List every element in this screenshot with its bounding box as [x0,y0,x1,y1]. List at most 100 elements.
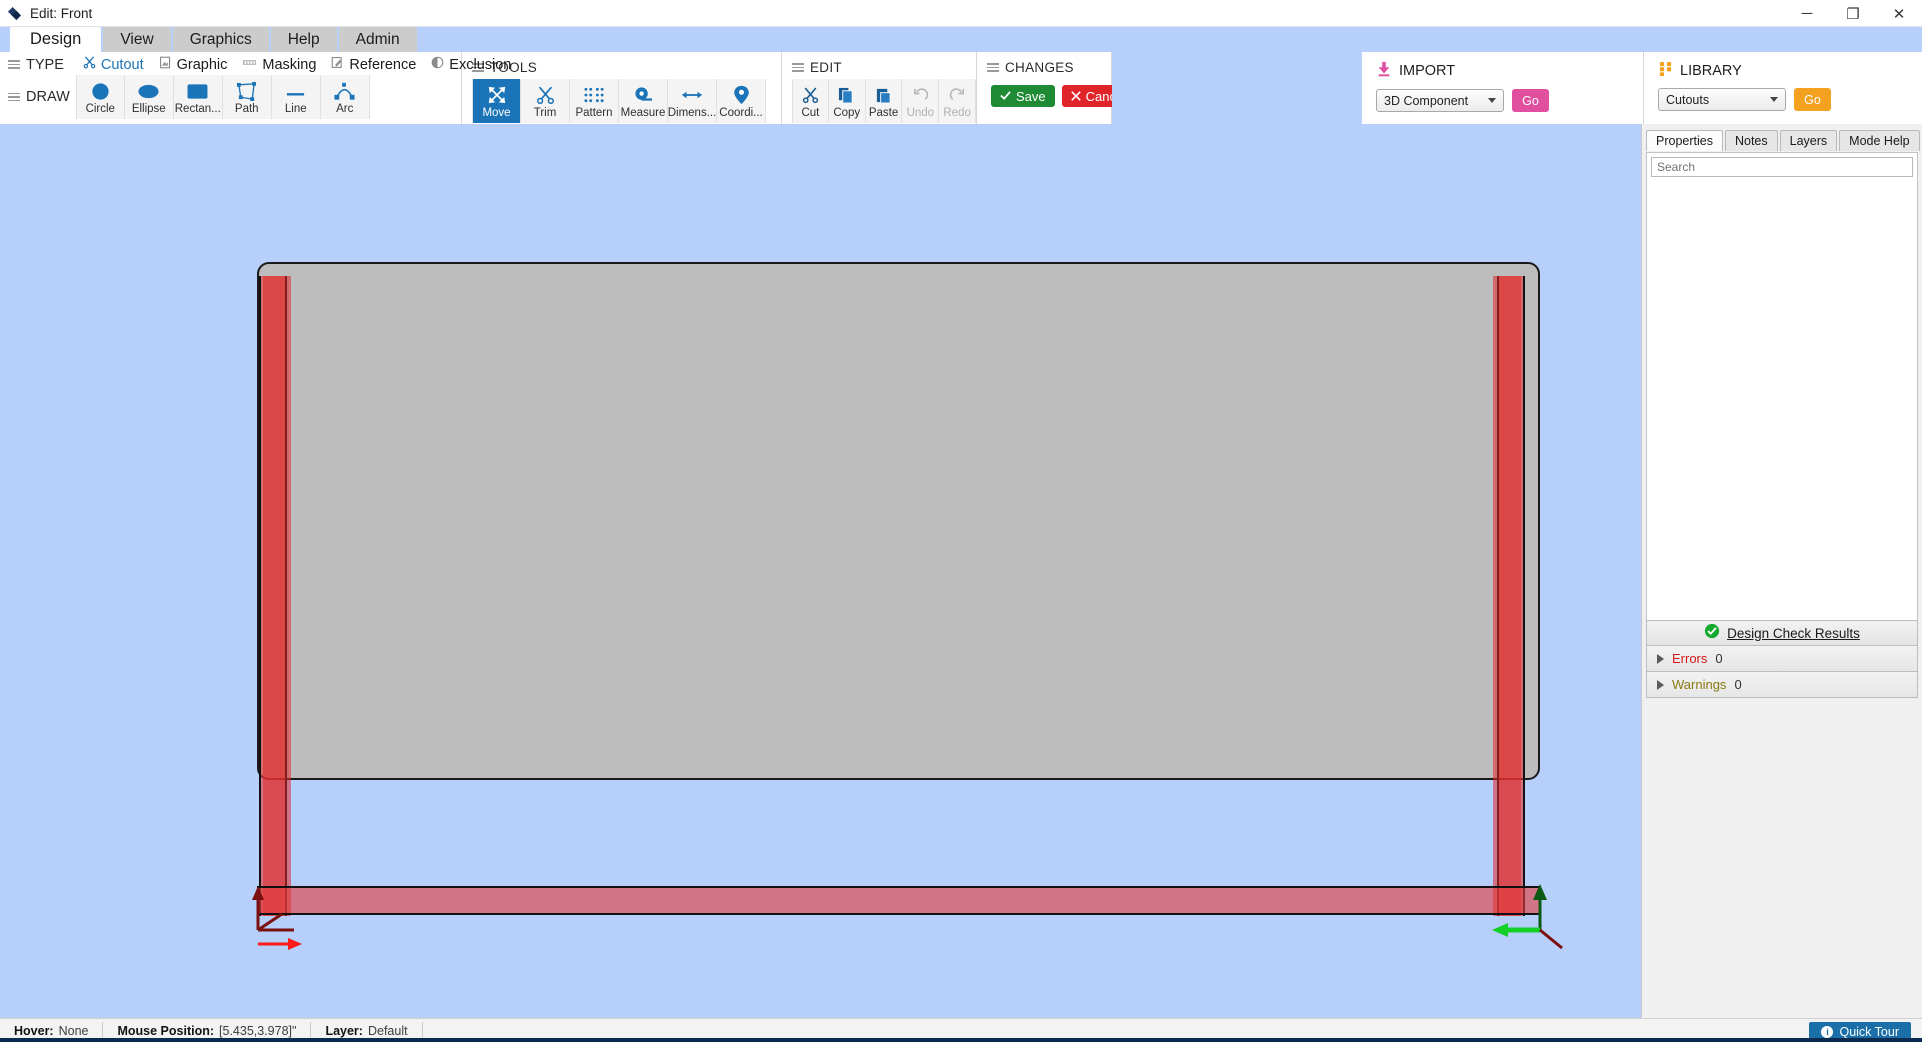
design-check-errors-row[interactable]: Errors 0 [1646,646,1918,672]
save-button[interactable]: Save [991,85,1055,107]
tool-coordinate-label: Coordi... [719,107,763,119]
status-layer: Layer: Default [311,1021,423,1040]
tab-admin[interactable]: Admin [338,27,417,52]
draw-label-text: DRAW [26,89,70,105]
maximize-button[interactable]: ❐ [1830,0,1876,27]
draw-tool-circle-label: Circle [85,103,115,115]
import-select[interactable]: 3D Component [1376,89,1504,112]
scissors-icon [83,56,96,73]
dock-tab-mode-help[interactable]: Mode Help [1839,130,1920,151]
cutout-selection-left[interactable] [263,276,291,916]
info-icon: i [1821,1025,1834,1038]
library-select[interactable]: Cutouts [1658,88,1786,111]
tool-pattern-label: Pattern [575,107,613,119]
draw-tool-path[interactable]: Path [222,75,272,119]
origin-axis-marker [252,886,302,950]
dock-body [1646,152,1918,652]
status-layer-key: Layer: [325,1023,363,1038]
edit-undo-label: Undo [906,107,935,119]
panel-board-shape[interactable] [257,262,1540,780]
dock-tab-notes[interactable]: Notes [1724,130,1778,151]
draw-tool-line-label: Line [284,103,307,115]
status-mouse-key: Mouse Position: [117,1023,215,1038]
status-hover-value: None [58,1023,89,1038]
arc-icon [333,80,356,102]
tab-help[interactable]: Help [270,27,337,52]
edit-panel: EDIT Cut Copy Paste Undo Redo [782,52,977,124]
close-button[interactable]: ✕ [1876,0,1922,27]
warnings-count: 0 [1734,677,1742,692]
edit-copy-label: Copy [833,107,861,119]
image-icon [159,56,172,73]
edit-buttons: Cut Copy Paste Undo Redo [782,79,976,123]
type-item-masking[interactable]: Masking [236,56,322,73]
tools-buttons: Move Trim Pattern Measure Dimens... Coor… [462,79,781,123]
hamburger-icon[interactable] [987,61,999,74]
status-mouse-value: [5.435,3.978]" [219,1023,297,1038]
import-row: 3D Component Go [1362,81,1643,112]
hamburger-icon[interactable] [8,91,20,104]
library-label: LIBRARY [1680,62,1742,79]
draw-tool-circle[interactable]: Circle [75,75,125,119]
draw-tool-arc[interactable]: Arc [320,75,370,119]
tab-view[interactable]: View [103,27,171,52]
circle-icon [90,80,111,102]
tool-dimension[interactable]: Dimens... [668,79,717,123]
draw-tool-rectangle[interactable]: Rectan... [173,75,223,119]
changes-buttons: Save Cancel [977,85,1136,107]
tool-move[interactable]: Move [472,79,521,123]
type-item-graphic[interactable]: Graphic [153,56,234,73]
warnings-label: Warnings [1672,677,1727,692]
dock-tab-layers[interactable]: Layers [1779,130,1838,151]
type-item-reference[interactable]: Reference [325,56,422,73]
tool-trim-label: Trim [533,107,557,119]
window-title: Edit: Front [30,5,93,21]
x-icon [1070,89,1081,104]
cutout-selection-right[interactable] [1493,276,1521,916]
tool-coordinate[interactable]: Coordi... [717,79,766,123]
tool-trim[interactable]: Trim [521,79,570,123]
draw-tool-ellipse-label: Ellipse [131,103,166,115]
map-pin-icon [733,84,750,106]
path-icon [236,80,257,102]
type-item-graphic-label: Graphic [176,56,228,73]
chevron-right-icon[interactable] [1657,653,1664,664]
type-label-text: TYPE [26,56,64,73]
type-group-label: TYPE [8,57,64,73]
draw-tool-line[interactable]: Line [271,75,321,119]
design-check-warnings-row[interactable]: Warnings 0 [1646,672,1918,698]
minimize-button[interactable]: ─ [1784,0,1830,27]
tool-measure-label: Measure [620,107,666,119]
move-arrows-icon [487,84,507,106]
search-input[interactable] [1651,157,1913,177]
save-button-label: Save [1016,88,1046,104]
type-item-exclusion-label: Exclusion [449,56,512,73]
hamburger-icon[interactable] [792,61,804,74]
ribbon: TYPE Cutout Graphic Masking Reference Ex… [0,52,1922,124]
cutout-overlay-bottom[interactable] [257,886,1540,915]
type-item-exclusion[interactable]: Exclusion [425,56,517,73]
tool-pattern[interactable]: Pattern [570,79,619,123]
draw-tool-ellipse[interactable]: Ellipse [124,75,174,119]
tab-graphics[interactable]: Graphics [172,27,269,52]
tab-design[interactable]: Design [10,27,102,52]
edit-cut[interactable]: Cut [792,79,829,123]
design-canvas[interactable] [0,124,1641,1018]
design-check-results-header[interactable]: Design Check Results [1646,620,1918,646]
edit-copy[interactable]: Copy [828,79,866,123]
dock-tab-properties[interactable]: Properties [1646,130,1723,151]
library-go-button[interactable]: Go [1794,88,1831,111]
grid-dots-icon [1658,61,1673,80]
import-go-button[interactable]: Go [1512,89,1549,112]
chevron-right-icon[interactable] [1657,679,1664,690]
import-panel: IMPORT 3D Component Go [1362,52,1644,124]
hamburger-icon[interactable] [8,58,20,71]
type-item-cutout[interactable]: Cutout [77,56,150,73]
ellipse-icon [137,80,160,102]
edit-paste[interactable]: Paste [865,79,903,123]
reference-pencil-icon [331,56,344,73]
tool-measure[interactable]: Measure [619,79,668,123]
title-bar: Edit: Front ─ ❐ ✕ [0,0,1922,27]
dock-tabs: Properties Notes Layers Mode Help [1642,124,1922,151]
main-tabstrip: Design View Graphics Help Admin [0,27,1922,52]
